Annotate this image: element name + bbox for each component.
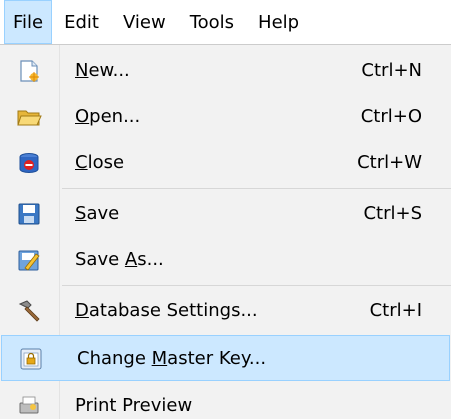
menu-item-open[interactable]: Open... Ctrl+O (0, 94, 451, 140)
save-icon (16, 201, 42, 227)
menu-item-shortcut: Ctrl+S (363, 203, 422, 224)
menu-item-database-settings[interactable]: Database Settings... Ctrl+I (0, 288, 451, 334)
menu-item-change-master-key[interactable]: Change Master Key... (1, 335, 450, 381)
close-database-icon (16, 150, 42, 176)
menu-item-label: Database Settings... (75, 300, 258, 321)
menu-tools[interactable]: Tools (178, 0, 246, 44)
menu-item-label: Print Preview (75, 395, 193, 416)
menu-separator (62, 188, 451, 189)
menu-item-shortcut: Ctrl+O (360, 106, 422, 127)
menu-item-print-preview[interactable]: Print Preview (0, 383, 451, 419)
menu-item-shortcut: Ctrl+W (357, 152, 422, 173)
menu-file[interactable]: File (4, 0, 53, 44)
menu-edit[interactable]: Edit (52, 0, 111, 44)
menu-item-shortcut: Ctrl+N (361, 60, 422, 81)
open-folder-icon (16, 104, 42, 130)
menu-item-label: Change Master Key... (77, 348, 267, 369)
menu-item-save-as[interactable]: Save As... (0, 237, 451, 283)
menu-item-label: Save As... (75, 249, 164, 270)
menu-item-new[interactable]: New... Ctrl+N (0, 48, 451, 94)
menu-bar: File Edit View Tools Help (0, 0, 451, 44)
menu-item-label: Save (75, 203, 120, 224)
menu-item-save[interactable]: Save Ctrl+S (0, 191, 451, 237)
menu-item-close[interactable]: Close Ctrl+W (0, 140, 451, 186)
menu-item-label: New... (75, 60, 130, 81)
menu-view[interactable]: View (111, 0, 178, 44)
menu-item-label: Open... (75, 106, 141, 127)
save-as-icon (16, 247, 42, 273)
print-preview-icon (16, 393, 42, 419)
file-menu-dropdown: New... Ctrl+N Open... Ctrl+O Close Ctrl+… (0, 44, 451, 419)
menu-separator (62, 285, 451, 286)
menu-item-label: Close (75, 152, 125, 173)
menu-help[interactable]: Help (246, 0, 311, 44)
master-key-icon (18, 346, 44, 372)
new-document-icon (16, 58, 42, 84)
menu-item-shortcut: Ctrl+I (369, 300, 422, 321)
hammer-icon (16, 298, 42, 324)
